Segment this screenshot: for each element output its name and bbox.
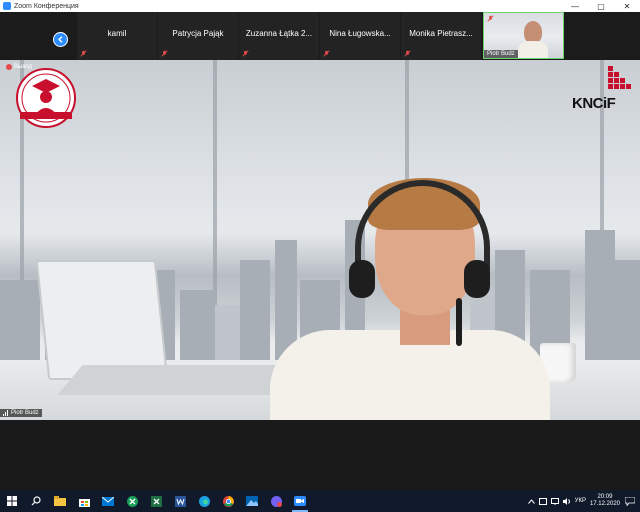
start-button[interactable]	[0, 490, 24, 512]
clock-time: 20:09	[597, 494, 613, 500]
clock[interactable]: 20:09 17.12.2020	[590, 494, 620, 508]
headphone-earcup-left	[349, 260, 375, 298]
store-icon	[78, 498, 90, 507]
sync-icon[interactable]	[538, 497, 547, 505]
participant-tile[interactable]: Patrycja Pająk	[158, 12, 238, 60]
graduate-logo	[16, 68, 76, 128]
laptop	[35, 260, 169, 380]
zoom-app-icon	[3, 2, 11, 10]
chrome-icon	[222, 495, 234, 507]
mail-icon	[102, 496, 114, 506]
zoom-taskbar-button[interactable]	[288, 490, 312, 512]
minimize-button[interactable]: —	[562, 0, 588, 12]
photos-button[interactable]	[240, 490, 264, 512]
self-name-tag: Piotr Budz	[484, 50, 518, 58]
notifications-button[interactable]	[624, 495, 636, 507]
edge-icon	[198, 495, 210, 507]
self-video-tile[interactable]: Piotr Budz	[483, 12, 564, 59]
word-icon	[174, 495, 186, 507]
speaker-name: Piotr Budz	[11, 410, 39, 416]
clock-date: 17.12.2020	[589, 501, 620, 507]
mic-muted-icon	[161, 50, 168, 57]
sheets-button[interactable]	[120, 490, 144, 512]
participant-tile[interactable]: Monika Pietrasz...	[401, 12, 481, 60]
mic-muted-icon	[404, 50, 411, 57]
chrome-button[interactable]	[216, 490, 240, 512]
self-video-person	[524, 21, 542, 43]
close-button[interactable]: ✕	[614, 0, 640, 12]
language-indicator[interactable]: УКР	[575, 498, 586, 504]
chevron-left-icon	[58, 36, 63, 43]
search-button[interactable]	[24, 490, 48, 512]
file-explorer-icon	[54, 496, 66, 506]
previous-page-button[interactable]	[53, 32, 68, 47]
chevron-up-icon[interactable]	[527, 498, 535, 504]
participant-tile[interactable]: Zuzanna Łątka 2...	[239, 12, 319, 60]
headphone-earcup-right	[464, 260, 490, 298]
video-footer-area	[0, 420, 640, 490]
mic-muted-icon	[80, 50, 87, 57]
edge-button[interactable]	[192, 490, 216, 512]
search-icon	[31, 496, 41, 506]
participant-name: Nina Ługowska...	[329, 29, 391, 38]
active-speaker-video[interactable]: KNCiF	[0, 60, 640, 420]
self-video-body	[518, 41, 548, 58]
laptop-keyboard	[57, 365, 303, 395]
photos-icon	[246, 496, 258, 506]
viber-icon	[270, 495, 282, 507]
windows-taskbar: УКР 20:09 17.12.2020	[0, 490, 640, 512]
excel-icon	[150, 495, 162, 507]
speaker-name-tag: Piotr Budz	[0, 409, 42, 417]
network-icon[interactable]	[550, 497, 559, 505]
viewing-label: Вывод	[14, 64, 33, 70]
participant-name: Monika Pietrasz...	[409, 29, 473, 38]
zoom-icon	[294, 496, 306, 506]
word-button[interactable]	[168, 490, 192, 512]
signal-icon	[3, 410, 8, 416]
recording-dot-icon	[6, 64, 12, 70]
maximize-button[interactable]: ▢	[588, 0, 614, 12]
participant-tile[interactable]: Nina Ługowska...	[320, 12, 400, 60]
system-tray: УКР 20:09 17.12.2020	[527, 494, 640, 508]
volume-icon[interactable]	[562, 497, 571, 505]
windows-start-icon	[7, 496, 17, 506]
mail-button[interactable]	[96, 490, 120, 512]
title-bar: Zoom Конференция — ▢ ✕	[0, 0, 640, 12]
zoom-window: Zoom Конференция — ▢ ✕ kamil Patrycja Pa…	[0, 0, 640, 512]
notification-icon	[625, 496, 635, 506]
headset-microphone	[456, 298, 462, 346]
file-explorer-button[interactable]	[48, 490, 72, 512]
participant-tile[interactable]: kamil	[77, 12, 157, 60]
window-title: Zoom Конференция	[14, 2, 79, 10]
excel-button[interactable]	[144, 490, 168, 512]
participant-name: Patrycja Pająk	[172, 29, 224, 38]
participant-name: kamil	[107, 29, 127, 38]
mic-muted-icon	[242, 50, 249, 57]
kncif-logo: KNCiF	[570, 66, 634, 112]
participant-name: Zuzanna Łątka 2...	[245, 29, 313, 38]
kncif-logo-text: KNCiF	[572, 95, 616, 112]
sheets-icon	[126, 495, 138, 507]
store-button[interactable]	[72, 490, 96, 512]
viewing-badge: Вывод	[6, 64, 32, 70]
mic-muted-icon	[323, 50, 330, 57]
viber-button[interactable]	[264, 490, 288, 512]
mic-muted-icon	[487, 15, 494, 22]
